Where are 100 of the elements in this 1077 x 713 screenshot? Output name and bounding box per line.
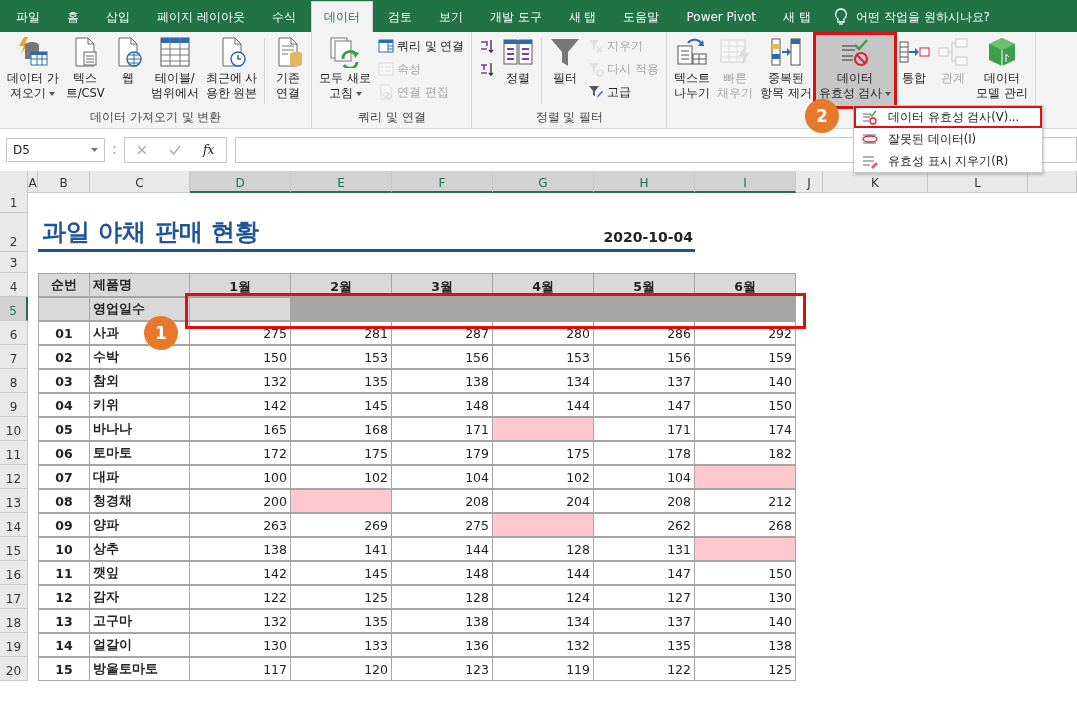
tab[interactable]: Power Pivot xyxy=(674,2,769,32)
ribbon-button[interactable]: 웹 xyxy=(108,34,147,106)
table-cell: 153 xyxy=(291,345,392,369)
ribbon-button[interactable]: 통합 xyxy=(895,34,934,106)
function-button[interactable]: fx xyxy=(203,143,215,157)
tab[interactable]: 홈 xyxy=(55,2,91,32)
name-box[interactable]: D5 xyxy=(6,138,105,162)
tab[interactable]: 개발 도구 xyxy=(477,2,554,32)
table-cell: 134 xyxy=(493,609,594,633)
column-header[interactable]: G xyxy=(493,171,594,193)
circle-list-icon xyxy=(862,131,878,147)
ribbon-button[interactable]: 텍스 트/CSV xyxy=(62,34,108,106)
table-cell: 292 xyxy=(695,321,796,345)
column-header[interactable] xyxy=(1028,171,1077,193)
tab[interactable]: 도움말 xyxy=(611,2,672,32)
row-header[interactable]: 20 xyxy=(0,657,28,681)
table-cell: 137 xyxy=(594,609,695,633)
ribbon-button[interactable]: 데이터 유효성 검사 xyxy=(815,34,895,106)
column-header[interactable]: J xyxy=(796,171,823,193)
row-header[interactable]: 16 xyxy=(0,561,28,585)
ribbon-button[interactable]: 최근에 사 용한 원본 xyxy=(202,34,261,106)
row-header[interactable]: 19 xyxy=(0,633,28,657)
tab[interactable]: 새 탭 xyxy=(771,2,823,32)
menu-item[interactable]: 잘못된 데이터(I) xyxy=(854,128,1042,150)
row-header[interactable]: 8 xyxy=(0,369,28,393)
table-cell: 상추 xyxy=(90,537,190,561)
ribbon-button[interactable]: 기존 연결 xyxy=(269,34,308,106)
ribbon-button[interactable]: 고급 xyxy=(588,82,659,102)
table-cell: 175 xyxy=(291,441,392,465)
row-header[interactable]: 14 xyxy=(0,513,28,537)
tab[interactable]: 새 탭 xyxy=(556,2,609,32)
table-cell: 125 xyxy=(291,585,392,609)
column-header[interactable]: F xyxy=(392,171,493,193)
column-header[interactable]: L xyxy=(928,171,1028,193)
row-header[interactable]: 7 xyxy=(0,345,28,369)
column-header[interactable]: D xyxy=(190,171,291,193)
step-badge: 1 xyxy=(144,316,178,350)
tab[interactable]: 파일 xyxy=(4,2,52,32)
row-header[interactable]: 10 xyxy=(0,417,28,441)
ribbon-button[interactable]: 필터 xyxy=(546,34,585,106)
table-icon xyxy=(378,38,395,54)
ribbon-button[interactable]: 정렬 xyxy=(499,34,538,106)
row-header[interactable]: 11 xyxy=(0,441,28,465)
menu-item[interactable]: 유효성 표시 지우기(R) xyxy=(854,150,1042,172)
column-header[interactable]: B xyxy=(38,171,90,193)
table-cell: 키위 xyxy=(90,393,190,417)
table-cell: 132 xyxy=(190,369,291,393)
row-header[interactable]: 17 xyxy=(0,585,28,609)
table-cell: 156 xyxy=(594,345,695,369)
table-cell: 102 xyxy=(291,465,392,489)
ribbon-button[interactable]: 데이터 가 져오기 xyxy=(4,34,62,106)
row-header[interactable]: 15 xyxy=(0,537,28,561)
table-cell: 134 xyxy=(493,369,594,393)
table-cell: 136 xyxy=(392,633,493,657)
tab[interactable]: 삽입 xyxy=(94,2,142,32)
table-cell: 175 xyxy=(493,441,594,465)
table-cell: 참외 xyxy=(90,369,190,393)
table-cell: 09 xyxy=(38,513,90,537)
table-cell: 131 xyxy=(594,537,695,561)
header-cell: 제품명 xyxy=(90,273,190,297)
table-cell: 137 xyxy=(594,369,695,393)
column-header[interactable]: H xyxy=(594,171,695,193)
tab[interactable]: 수식 xyxy=(259,2,308,32)
table-cell: 178 xyxy=(594,441,695,465)
table-cell: 138 xyxy=(392,609,493,633)
column-header[interactable]: E xyxy=(291,171,392,193)
ribbon-button[interactable]: 데이터 모델 관리 xyxy=(973,34,1031,106)
row-header[interactable]: 9 xyxy=(0,393,28,417)
tab[interactable]: 보기 xyxy=(426,2,475,32)
column-header[interactable]: K xyxy=(823,171,928,193)
caret-icon xyxy=(355,91,362,96)
tab[interactable]: 검토 xyxy=(375,2,424,32)
tab[interactable]: 데이터 xyxy=(310,1,373,32)
row-header[interactable]: 3 xyxy=(0,252,28,273)
table-cell: 133 xyxy=(291,633,392,657)
column-header[interactable]: I xyxy=(695,171,796,193)
table-cell: 얼갈이 xyxy=(90,633,190,657)
row-header[interactable]: 2 xyxy=(0,213,28,252)
table-cell: 144 xyxy=(493,561,594,585)
row-header[interactable]: 5 xyxy=(0,297,28,321)
row-header[interactable]: 12 xyxy=(0,465,28,489)
ribbon-button[interactable]: 테이블/ 범위에서 xyxy=(147,34,202,106)
row-header[interactable]: 1 xyxy=(0,191,28,213)
ribbon-button[interactable]: 모두 새로 고침 xyxy=(316,34,375,106)
table-cell: 138 xyxy=(695,633,796,657)
search-field[interactable]: 어떤 작업을 원하시나요? xyxy=(853,9,1048,25)
row-header[interactable]: 18 xyxy=(0,609,28,633)
tab[interactable]: 페이지 레이아웃 xyxy=(145,2,257,32)
column-header[interactable]: C xyxy=(90,171,190,193)
row-header[interactable]: 4 xyxy=(0,273,28,297)
ribbon-button[interactable]: 쿼리 및 연결 xyxy=(378,36,465,56)
ribbon-button[interactable]: 텍스트 나누기 xyxy=(671,34,713,106)
table-cell: 고구마 xyxy=(90,609,190,633)
row-header[interactable]: 13 xyxy=(0,489,28,513)
table-cell: 156 xyxy=(392,345,493,369)
table-cell: 08 xyxy=(38,489,90,513)
menu-item[interactable]: 데이터 유효성 검사(V)... xyxy=(854,106,1042,128)
row-header[interactable]: 6 xyxy=(0,321,28,345)
table-cell: 12 xyxy=(38,585,90,609)
table-cell: 208 xyxy=(392,489,493,513)
